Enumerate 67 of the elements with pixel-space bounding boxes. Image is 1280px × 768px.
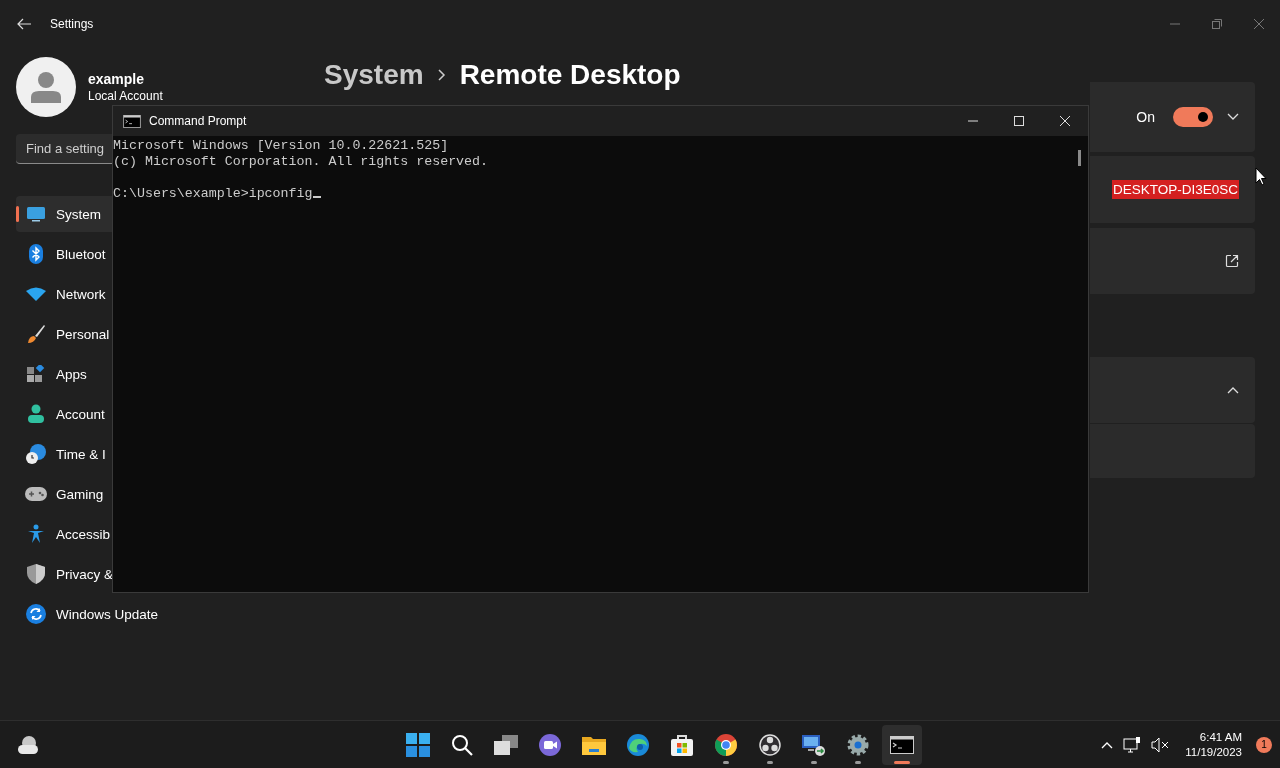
shopping-bag-icon [671,733,693,756]
account-type: Local Account [88,89,163,103]
mouse-pointer-icon [1255,167,1267,186]
notification-badge[interactable]: 1 [1256,736,1272,753]
page-title: Remote Desktop [459,59,681,91]
command-prompt-icon [890,735,914,754]
windows-logo-icon [406,732,430,757]
globe-clock-icon [25,443,47,465]
remote-desktop-icon [802,732,826,757]
sidebar-item[interactable]: Windows Update [16,596,161,632]
gamepad-icon [25,487,47,501]
refresh-icon [26,604,46,624]
sidebar-item[interactable]: Bluetoot [16,236,112,272]
shield-icon [27,564,45,584]
search-icon [451,733,473,756]
console-line: Microsoft Windows [Version 10.0.22621.525] [113,138,450,154]
sidebar-item[interactable]: Apps [16,356,112,392]
scrollbar-thumb[interactable] [1078,150,1081,166]
settings-card[interactable]: DESKTOP-DI3E0SC [1090,156,1255,223]
text-cursor [312,196,321,198]
paintbrush-icon [26,324,46,344]
task-view-icon [494,734,518,755]
wifi-icon [26,287,46,301]
aperture-icon [759,733,781,756]
window-title: Command Prompt [149,114,247,128]
pc-name: DESKTOP-DI3E0SC [1111,180,1239,199]
video-chat-icon [539,733,561,756]
apps-icon [27,365,45,383]
sidebar-item[interactable]: Gaming [16,476,112,512]
gear-icon [847,733,869,756]
monitor-icon [26,206,46,222]
network-icon[interactable] [1123,736,1142,753]
sidebar-item[interactable]: Privacy & [16,556,115,592]
sidebar-item[interactable]: Personal [16,316,112,352]
maximize-icon[interactable] [1013,115,1025,127]
sidebar-item[interactable]: Time & I [16,436,112,472]
browser-icon [627,733,649,756]
clock[interactable]: 6:41 AM 11/19/2023 [1185,729,1242,760]
toggle-switch[interactable] [1173,107,1213,127]
command-prompt-icon [123,114,141,128]
settings-card[interactable]: On [1090,82,1255,152]
bluetooth-icon [28,244,44,264]
window-title: Settings [50,17,94,31]
chevron-down-icon[interactable] [1227,113,1239,121]
browser-icon [715,733,737,756]
folder-icon [582,734,606,755]
breadcrumb-parent[interactable]: System [324,59,424,91]
sidebar-item[interactable]: Account [16,396,112,432]
avatar [16,57,76,117]
chevron-up-icon[interactable] [1227,386,1239,394]
muted-speaker-icon[interactable] [1151,736,1170,753]
weather-cloud-icon[interactable] [16,734,40,755]
external-link-icon[interactable] [1225,254,1239,268]
person-icon [28,404,44,424]
user-name: example [88,71,146,87]
sidebar-item[interactable]: Accessib [16,516,113,552]
console-line: (c) Microsoft Corporation. All rights reserved. [113,154,490,170]
restore-icon[interactable] [1211,18,1223,30]
back-arrow-icon[interactable] [16,16,32,32]
toggle-state-label: On [1136,109,1155,125]
sidebar-item[interactable]: System [16,196,112,232]
chevron-right-icon [437,69,446,81]
taskbar-button[interactable] [882,724,922,765]
search-field[interactable]: Find a setting [16,134,112,164]
accessibility-icon [27,524,45,544]
sidebar-item[interactable]: Network [16,276,112,312]
console-line: C:\Users\example>ipconfig [113,186,313,201]
